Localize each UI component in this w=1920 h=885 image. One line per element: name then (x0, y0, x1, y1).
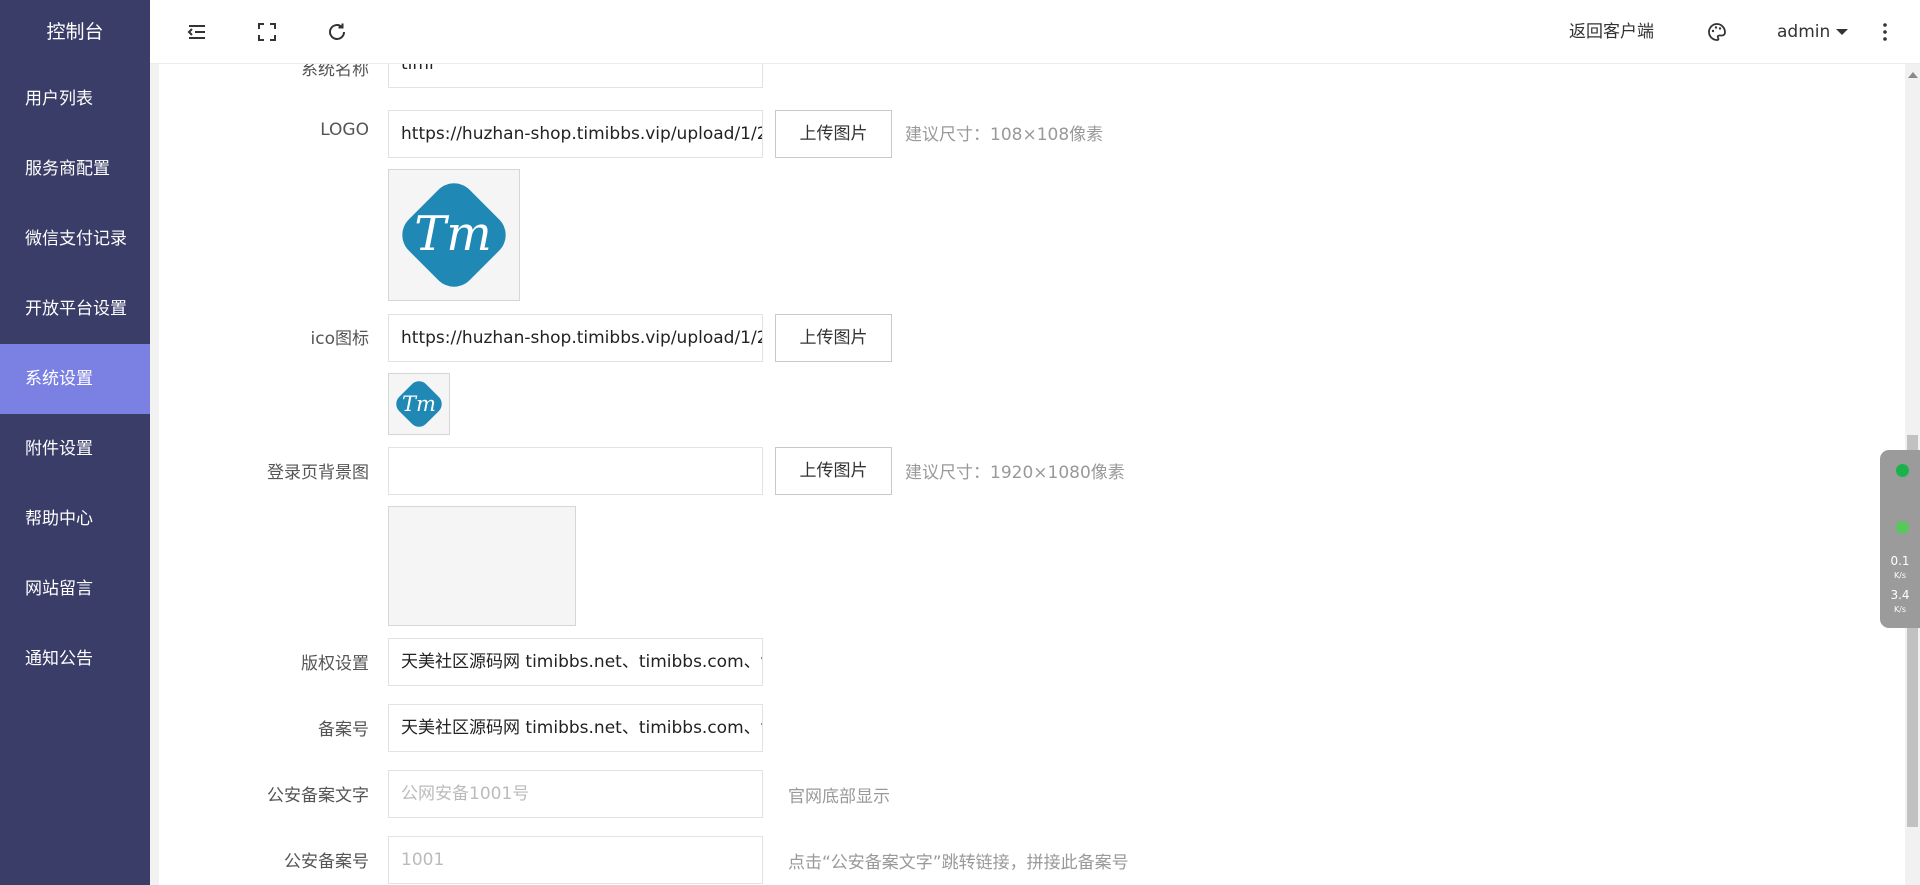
palette-icon[interactable] (1706, 21, 1728, 43)
menu-collapse-icon[interactable] (186, 21, 208, 43)
user-menu[interactable]: admin (1777, 0, 1830, 64)
sidebar-brand[interactable]: 控制台 (0, 0, 150, 64)
sidebar-item-open-platform[interactable]: 开放平台设置 (0, 274, 150, 344)
logo-upload-button[interactable]: 上传图片 (775, 110, 892, 158)
more-vertical-icon[interactable] (1874, 21, 1896, 43)
svg-text:Tm: Tm (402, 392, 436, 416)
settings-form: 系统名称 timi LOGO https://huzhan-shop.timib… (150, 64, 1905, 885)
refresh-icon[interactable] (326, 21, 348, 43)
sidebar-item-help-center[interactable]: 帮助中心 (0, 484, 150, 554)
sidebar-item-service-provider[interactable]: 服务商配置 (0, 134, 150, 204)
login-bg-preview (388, 506, 576, 626)
sidebar: 控制台 用户列表 服务商配置 微信支付记录 开放平台设置 系统设置 附件设置 帮… (0, 0, 150, 885)
login-bg-upload-button[interactable]: 上传图片 (775, 447, 892, 495)
police-text-hint: 官网底部显示 (788, 787, 890, 807)
sidebar-item-site-messages[interactable]: 网站留言 (0, 554, 150, 624)
sidebar-item-users[interactable]: 用户列表 (0, 64, 150, 134)
back-to-client-link[interactable]: 返回客户端 (1569, 0, 1654, 64)
logo-preview: Tm (388, 169, 520, 301)
login-bg-input[interactable] (388, 447, 763, 495)
scroll-up-arrow-icon[interactable] (1908, 72, 1918, 78)
copyright-input[interactable]: 天美社区源码网 timibbs.net、timibbs.com、tim (388, 638, 763, 686)
status-dot-icon (1896, 464, 1909, 477)
icp-label: 备案号 (318, 720, 369, 740)
login-bg-label: 登录页背景图 (267, 463, 369, 483)
ico-upload-button[interactable]: 上传图片 (775, 314, 892, 362)
login-bg-size-hint: 建议尺寸：1920×1080像素 (905, 463, 1125, 483)
police-no-input[interactable]: 1001 (388, 836, 763, 884)
upload-speed-unit: K/s (1893, 571, 1907, 580)
top-header: 返回客户端 admin (150, 0, 1920, 64)
ico-url-input[interactable]: https://huzhan-shop.timibbs.vip/upload/1… (388, 314, 763, 362)
download-speed-value: 3.4 (1890, 588, 1910, 602)
sidebar-item-notices[interactable]: 通知公告 (0, 624, 150, 694)
status-dot-icon (1896, 521, 1909, 534)
tm-logo-icon: Tm (402, 183, 506, 287)
fullscreen-icon[interactable] (256, 21, 278, 43)
logo-size-hint: 建议尺寸：108×108像素 (905, 125, 1104, 145)
content-gutter (150, 64, 159, 885)
network-speed-widget[interactable]: 0.1 K/s 3.4 K/s (1880, 450, 1920, 628)
tm-ico-icon: Tm (396, 381, 442, 427)
sidebar-item-system-settings[interactable]: 系统设置 (0, 344, 150, 414)
system-name-input[interactable]: timi (388, 64, 763, 88)
logo-label: LOGO (320, 120, 369, 140)
sidebar-item-wechat-pay-records[interactable]: 微信支付记录 (0, 204, 150, 274)
police-text-input[interactable]: 公网安备1001号 (388, 770, 763, 818)
caret-down-icon[interactable] (1831, 21, 1853, 43)
logo-url-input[interactable]: https://huzhan-shop.timibbs.vip/upload/1… (388, 110, 763, 158)
ico-preview: Tm (388, 373, 450, 435)
svg-text:Tm: Tm (414, 206, 492, 262)
police-text-label: 公安备案文字 (267, 786, 369, 806)
sidebar-item-attachment-settings[interactable]: 附件设置 (0, 414, 150, 484)
copyright-label: 版权设置 (301, 654, 369, 674)
ico-label: ico图标 (310, 329, 369, 349)
police-no-hint: 点击“公安备案文字”跳转链接，拼接此备案号 (788, 853, 1129, 873)
download-speed-unit: K/s (1893, 605, 1907, 614)
police-no-label: 公安备案号 (284, 852, 369, 872)
upload-speed-value: 0.1 (1890, 554, 1910, 568)
icp-input[interactable]: 天美社区源码网 timibbs.net、timibbs.com、tim (388, 704, 763, 752)
system-name-label: 系统名称 (301, 64, 369, 80)
